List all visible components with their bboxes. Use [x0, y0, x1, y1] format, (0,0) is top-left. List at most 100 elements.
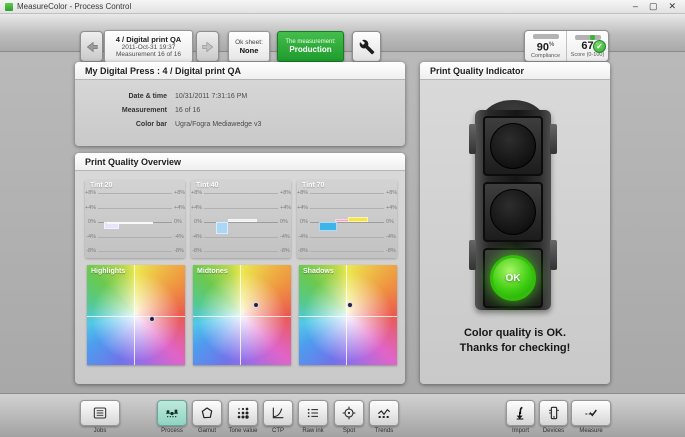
- y-axis-tick: -8%: [385, 248, 397, 254]
- compliance-label: Compliance: [531, 53, 560, 59]
- window-title: MeasureColor - Process Control: [17, 2, 131, 11]
- y-axis-tick: +8%: [297, 190, 309, 196]
- job-info-row: Measurement 16 of 16: [75, 103, 405, 117]
- wrench-icon: [359, 39, 375, 55]
- tint-deviation-bar: [228, 219, 256, 222]
- tint-chart-title: Tint 70: [302, 182, 324, 189]
- y-axis-tick: -8%: [297, 248, 309, 254]
- devices-icon: [546, 405, 562, 421]
- trends-button[interactable]: [369, 400, 399, 426]
- devices-button[interactable]: [539, 400, 568, 426]
- red-light-off: [490, 123, 536, 169]
- y-axis-tick: -8%: [279, 248, 291, 254]
- import-button[interactable]: [506, 400, 535, 426]
- y-axis-tick: -8%: [173, 248, 185, 254]
- y-axis-tick: +4%: [385, 205, 397, 211]
- close-button[interactable]: ✕: [668, 0, 676, 13]
- jobs-icon: [92, 405, 108, 421]
- ctp-button[interactable]: [263, 400, 293, 426]
- gamut-button[interactable]: [192, 400, 222, 426]
- tint-chart-tint-70: Tint 70 +8% +8%+4% +4%0% 0%-4% -4%-8% -8…: [297, 180, 397, 258]
- gamut-crosshair-horizontal: [87, 316, 185, 317]
- top-toolbar: 4 / Digital print QA 2011-Oct-31 19:37 M…: [0, 14, 685, 52]
- y-axis-tick: +4%: [191, 205, 203, 211]
- job-info-row: Date & time 10/31/2011 7:31:16 PM: [75, 89, 405, 103]
- job-row-value: Ugra/Fogra Mediawedge v3: [175, 121, 261, 128]
- y-axis-tick: +4%: [173, 205, 185, 211]
- minimize-button[interactable]: –: [633, 0, 638, 13]
- current-measurement-info[interactable]: 4 / Digital print QA 2011-Oct-31 19:37 M…: [104, 30, 193, 63]
- gamut-map-highlights: Highlights: [87, 265, 185, 365]
- indicator-title: Print Quality Indicator: [420, 62, 610, 80]
- gamut-measurement-dot: [347, 302, 353, 308]
- arrow-left-icon: [84, 40, 100, 54]
- jobs-button[interactable]: [80, 400, 120, 426]
- tint-chart-tint-20: Tint 20 +8% +8%+4% +4%0% 0%-4% -4%-8% -8…: [85, 180, 185, 258]
- compliance-metric: 90% Compliance: [525, 31, 566, 61]
- gamut-map-label: Midtones: [197, 268, 228, 275]
- gamut-crosshair-horizontal: [193, 316, 291, 317]
- quality-message-line1: Color quality is OK.: [420, 326, 610, 341]
- gamut-crosshair-vertical: [346, 265, 347, 365]
- y-axis-tick: +4%: [297, 205, 309, 211]
- y-axis-tick: 0%: [385, 219, 397, 225]
- print-quality-overview-panel: Print Quality Overview Tint 20 +8% +8%+4…: [75, 153, 405, 384]
- score-check-icon: ✓: [593, 40, 606, 53]
- quality-metrics: 90% Compliance 67 Score (0-100) ✓: [524, 30, 609, 62]
- score-value: 67: [581, 41, 593, 52]
- trends-icon: [376, 405, 392, 421]
- quality-message-line2: Thanks for checking!: [420, 341, 610, 356]
- traffic-light-bracket: [469, 240, 476, 270]
- green-light-cell: OK: [483, 248, 543, 308]
- yellow-light-off: [490, 189, 536, 235]
- process-button[interactable]: [157, 400, 187, 426]
- previous-measurement-button[interactable]: [80, 31, 103, 62]
- tint-chart-plot: [310, 193, 384, 251]
- job-name: 4 / Digital print QA: [116, 35, 181, 44]
- measurement-mode-button[interactable]: The measurement: Production: [277, 31, 344, 62]
- ok-sheet-button[interactable]: Ok sheet: None: [228, 31, 270, 62]
- maximize-button[interactable]: ▢: [649, 0, 658, 13]
- compliance-bar: [533, 34, 559, 39]
- spot-icon: [341, 405, 357, 421]
- tint-deviation-bar: [216, 222, 229, 234]
- app-logo-icon: [5, 3, 13, 11]
- ok-sheet-label: Ok sheet:: [235, 39, 263, 46]
- job-measurement-count: Measurement 16 of 16: [116, 51, 181, 58]
- measure-button[interactable]: [571, 400, 611, 426]
- yellow-light-cell: [483, 182, 543, 242]
- gamut-crosshair-horizontal: [299, 316, 397, 317]
- y-axis-tick: -4%: [297, 234, 309, 240]
- spot-button[interactable]: [334, 400, 364, 426]
- next-measurement-button[interactable]: [196, 31, 219, 62]
- y-axis-tick: +8%: [173, 190, 185, 196]
- process-icon: [164, 405, 180, 421]
- measure-icon: [583, 405, 599, 421]
- measurement-mode-value: Production: [289, 45, 331, 54]
- gamut-measurement-dot: [253, 302, 259, 308]
- ok-light-label: OK: [506, 273, 521, 284]
- settings-button[interactable]: [352, 31, 381, 62]
- y-axis-tick: 0%: [85, 219, 97, 225]
- raw-ink-button[interactable]: [298, 400, 328, 426]
- y-axis-tick: -8%: [85, 248, 97, 254]
- trends-button-label: Trends: [359, 428, 409, 434]
- gamut-icon: [199, 405, 215, 421]
- measure-button-label: Measure: [561, 428, 621, 434]
- gamut-crosshair-vertical: [240, 265, 241, 365]
- compliance-value: 90: [537, 41, 549, 53]
- y-axis-tick: +4%: [279, 205, 291, 211]
- y-axis-tick: 0%: [279, 219, 291, 225]
- green-light-on: OK: [490, 255, 536, 301]
- job-datetime: 2011-Oct-31 19:37: [122, 44, 176, 51]
- tone-value-icon: [235, 405, 251, 421]
- y-axis-tick: -4%: [385, 234, 397, 240]
- y-axis-tick: -4%: [173, 234, 185, 240]
- arrow-right-icon: [200, 40, 216, 54]
- ctp-icon: [270, 405, 286, 421]
- y-axis-tick: -8%: [191, 248, 203, 254]
- tone-value-button[interactable]: [228, 400, 258, 426]
- traffic-light-bracket: [469, 124, 476, 154]
- quality-message: Color quality is OK. Thanks for checking…: [420, 326, 610, 356]
- y-axis-tick: +8%: [85, 190, 97, 196]
